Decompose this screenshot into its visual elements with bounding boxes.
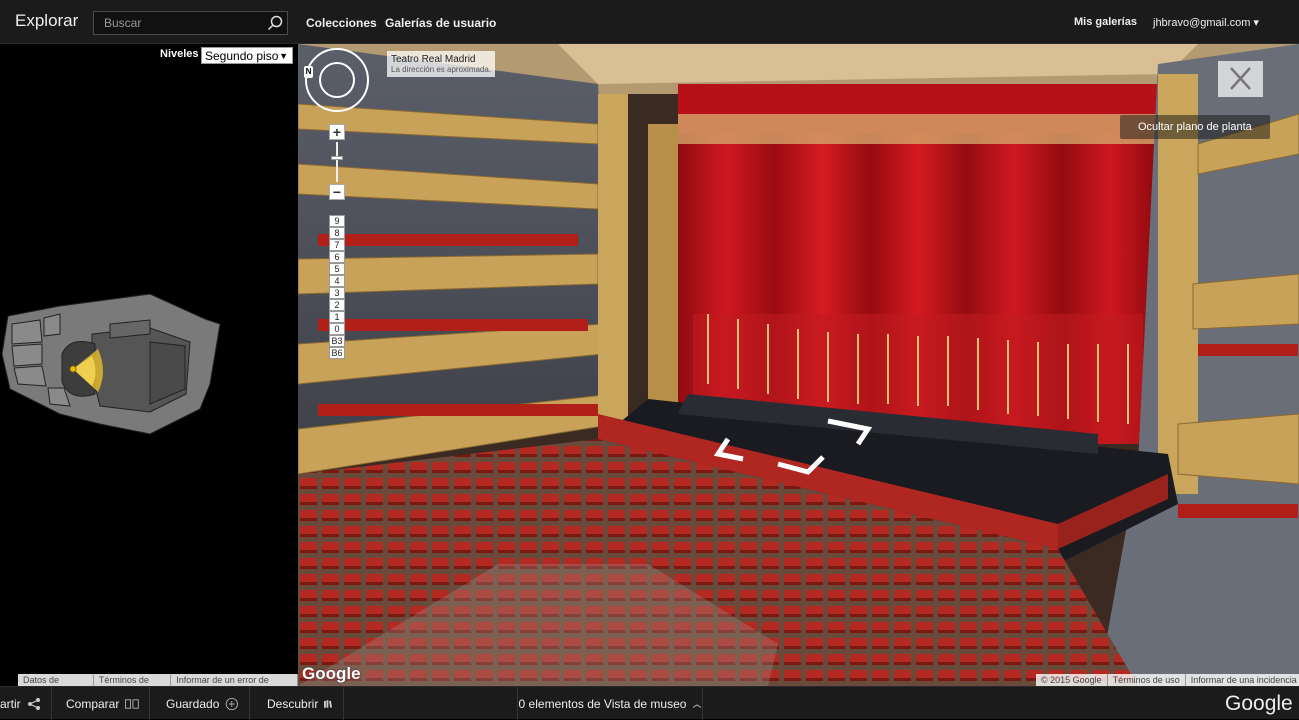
- saved-label: Guardado: [166, 696, 220, 711]
- add-circle-icon: [226, 697, 239, 710]
- zoom-out-button[interactable]: −: [329, 184, 345, 200]
- zoom-slider-handle[interactable]: [331, 156, 343, 160]
- zoom-slider[interactable]: [331, 142, 343, 182]
- levels-selected-value: Segundo piso: [205, 49, 279, 63]
- place-title: Teatro Real Madrid: [391, 54, 476, 65]
- street-view-panorama[interactable]: N Teatro Real Madrid La dirección es apr…: [298, 44, 1299, 686]
- floor-button[interactable]: B6: [329, 347, 345, 359]
- discover-label: Descubrir: [267, 696, 319, 711]
- share-label: artir: [0, 696, 21, 711]
- compare-button[interactable]: Comparar: [52, 687, 150, 720]
- copyright-text: © 2015 Google: [1036, 674, 1108, 686]
- map-footer: Datos de mapas Términos de uso Informar …: [18, 674, 299, 697]
- nav-collections[interactable]: Colecciones: [306, 16, 377, 30]
- floor-button[interactable]: 1: [329, 311, 345, 323]
- share-icon: [27, 697, 40, 710]
- floor-button[interactable]: 4: [329, 275, 345, 287]
- search-input[interactable]: [94, 12, 264, 34]
- share-button[interactable]: artir: [0, 687, 52, 720]
- hide-floor-plan-button[interactable]: Ocultar plano de planta: [1120, 115, 1270, 139]
- north-indicator: N: [304, 66, 313, 78]
- pano-terms-link[interactable]: Términos de uso: [1108, 674, 1186, 686]
- pan-control[interactable]: [305, 48, 369, 112]
- floor-button[interactable]: 7: [329, 239, 345, 251]
- report-incident-link[interactable]: Informar de una incidencia: [1186, 674, 1299, 686]
- floor-plan-panel: Niveles Segundo piso ▼ Datos de mapas Té…: [0, 44, 299, 697]
- compare-icon: [125, 698, 139, 709]
- pan-arrows-icon[interactable]: [319, 62, 355, 98]
- chevron-up-icon: ︿: [692, 699, 702, 709]
- compare-label: Comparar: [66, 696, 120, 711]
- saved-button[interactable]: Guardado: [150, 687, 250, 720]
- zoom-control: + −: [329, 124, 345, 200]
- google-logo: Google: [1225, 692, 1293, 715]
- floor-button[interactable]: 6: [329, 251, 345, 263]
- zoom-in-button[interactable]: +: [329, 124, 345, 140]
- floor-selector: 9 8 7 6 5 4 3 2 1 0 B3 B6: [329, 215, 345, 359]
- floor-button[interactable]: 2: [329, 299, 345, 311]
- search-icon[interactable]: [267, 15, 283, 31]
- theater-interior-image: [298, 44, 1299, 686]
- dropdown-arrow-icon: ▼: [279, 51, 288, 61]
- map-data-link[interactable]: Datos de mapas: [18, 674, 94, 697]
- floor-button[interactable]: 9: [329, 215, 345, 227]
- floor-button[interactable]: 8: [329, 227, 345, 239]
- museum-items-toggle[interactable]: 0 elementos de Vista de museo ︿: [517, 687, 703, 720]
- close-icon: [1230, 67, 1251, 90]
- floor-plan-map[interactable]: [0, 294, 230, 484]
- floor-button[interactable]: 5: [329, 263, 345, 275]
- bottom-bar: artir Comparar Guardado Descubrir 0 elem…: [0, 686, 1299, 720]
- close-button[interactable]: [1218, 61, 1263, 97]
- account-menu[interactable]: jhbravo@gmail.com ▾: [1153, 16, 1259, 29]
- museum-items-label: 0 elementos de Vista de museo: [518, 696, 687, 711]
- nav-my-galleries[interactable]: Mis galerías: [1074, 16, 1137, 28]
- pano-footer: © 2015 Google Términos de uso Informar d…: [1036, 674, 1299, 686]
- discover-button[interactable]: Descubrir: [250, 687, 344, 720]
- top-bar: Explorar Colecciones Galerías de usuario…: [0, 0, 1299, 44]
- nav-user-galleries[interactable]: Galerías de usuario: [385, 16, 496, 30]
- floor-button[interactable]: 0: [329, 323, 345, 335]
- app-title[interactable]: Explorar: [15, 11, 78, 31]
- levels-label: Niveles: [160, 48, 199, 60]
- map-report-link[interactable]: Informar de un error de Maps: [171, 674, 299, 697]
- levels-select[interactable]: Segundo piso ▼: [201, 47, 293, 64]
- floor-button[interactable]: 3: [329, 287, 345, 299]
- google-watermark: Google: [302, 664, 361, 683]
- floor-button[interactable]: B3: [329, 335, 345, 347]
- place-card[interactable]: Teatro Real Madrid La dirección es aprox…: [387, 51, 496, 77]
- place-subtitle: La dirección es aproximada.: [391, 65, 492, 74]
- search-box[interactable]: [93, 11, 288, 35]
- books-icon: [324, 699, 333, 708]
- map-terms-link[interactable]: Términos de uso: [94, 674, 172, 697]
